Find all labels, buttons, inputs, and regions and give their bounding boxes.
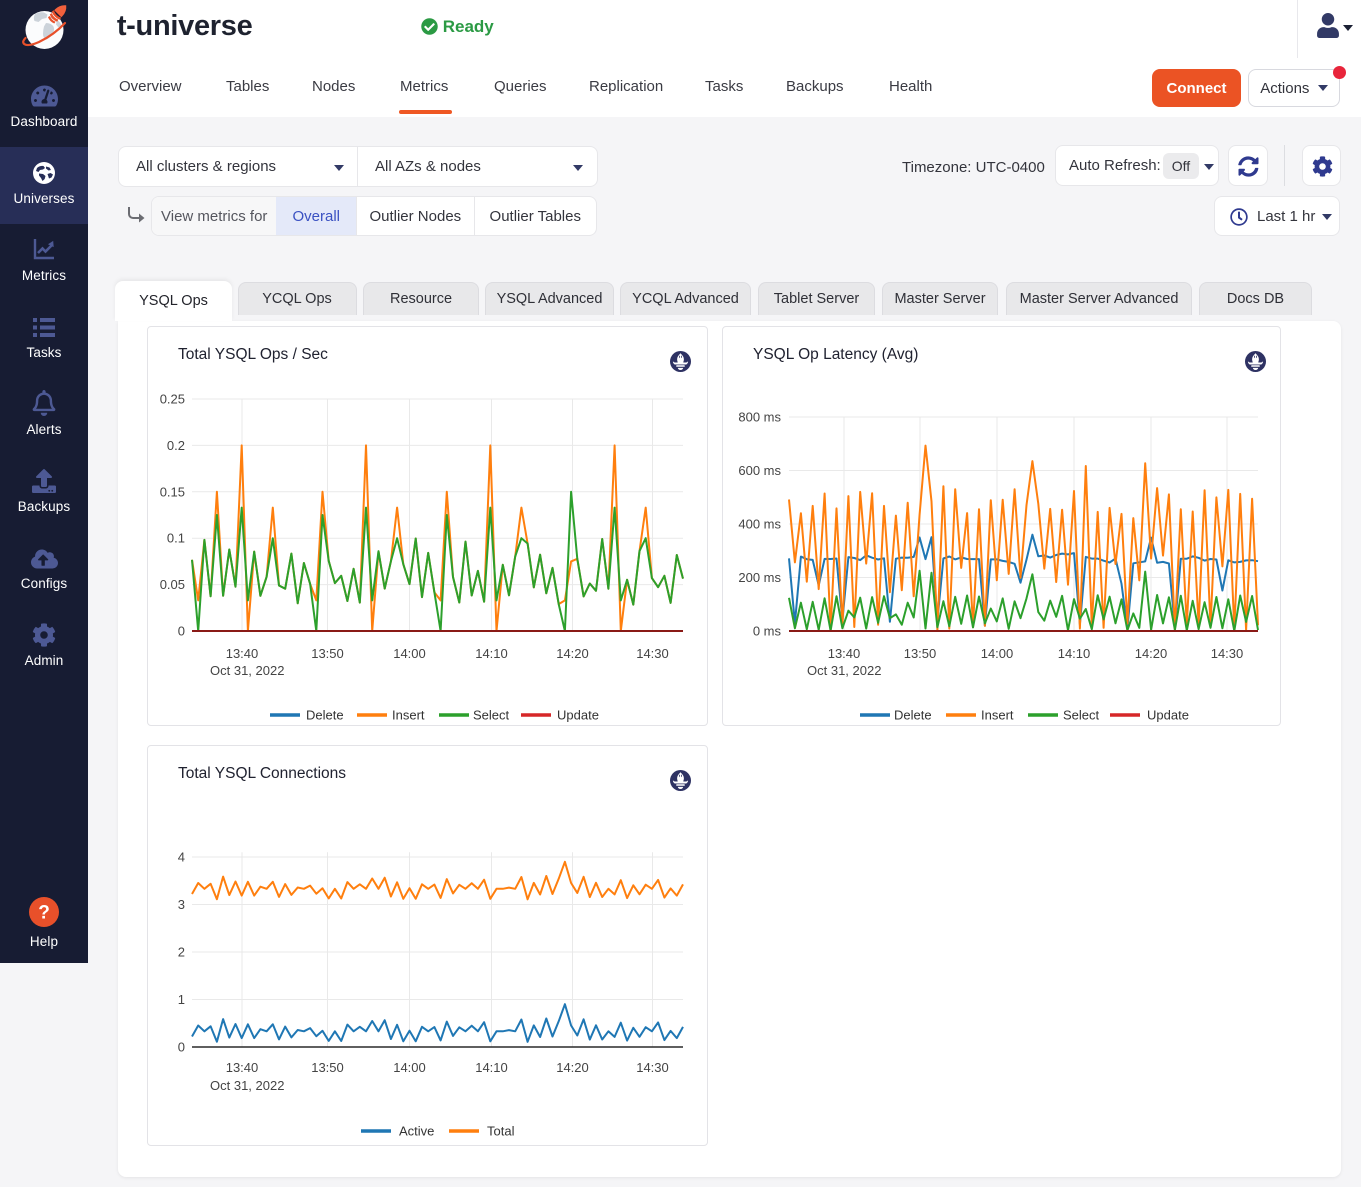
svg-text:13:40: 13:40: [828, 646, 861, 661]
svg-text:14:30: 14:30: [636, 646, 669, 661]
svg-text:13:50: 13:50: [904, 646, 937, 661]
svg-text:600 ms: 600 ms: [738, 463, 781, 478]
svg-text:0.2: 0.2: [167, 438, 185, 453]
svg-text:?: ?: [38, 903, 50, 924]
svg-text:400 ms: 400 ms: [738, 517, 781, 532]
svg-text:14:00: 14:00: [393, 1060, 426, 1075]
svg-text:0.05: 0.05: [160, 577, 185, 592]
svg-text:Oct 31, 2022: Oct 31, 2022: [210, 1078, 284, 1093]
svg-text:Delete: Delete: [894, 708, 932, 723]
svg-text:14:20: 14:20: [1135, 646, 1168, 661]
svg-text:Select: Select: [473, 708, 510, 723]
svg-text:14:20: 14:20: [556, 646, 589, 661]
svg-text:13:50: 13:50: [311, 1060, 344, 1075]
svg-text:3: 3: [178, 897, 185, 912]
svg-text:14:30: 14:30: [1211, 646, 1244, 661]
svg-text:Oct 31, 2022: Oct 31, 2022: [210, 663, 284, 678]
svg-text:Oct 31, 2022: Oct 31, 2022: [807, 663, 881, 678]
svg-text:0: 0: [178, 1040, 185, 1055]
svg-text:0.15: 0.15: [160, 484, 185, 499]
svg-text:0.25: 0.25: [160, 392, 185, 407]
svg-text:800 ms: 800 ms: [738, 410, 781, 425]
svg-text:Delete: Delete: [306, 708, 344, 723]
svg-text:200 ms: 200 ms: [738, 570, 781, 585]
svg-text:14:10: 14:10: [475, 1060, 508, 1075]
svg-text:Select: Select: [1063, 708, 1100, 723]
svg-text:0.1: 0.1: [167, 531, 185, 546]
svg-text:Insert: Insert: [392, 708, 425, 723]
svg-text:13:50: 13:50: [311, 646, 344, 661]
svg-text:13:40: 13:40: [226, 1060, 259, 1075]
svg-text:Update: Update: [1147, 708, 1189, 723]
svg-text:1: 1: [178, 992, 185, 1007]
svg-text:4: 4: [178, 850, 185, 865]
svg-text:14:20: 14:20: [556, 1060, 589, 1075]
svg-text:14:00: 14:00: [981, 646, 1014, 661]
svg-text:2: 2: [178, 945, 185, 960]
svg-text:0: 0: [178, 624, 185, 639]
svg-text:14:10: 14:10: [1058, 646, 1091, 661]
svg-text:14:30: 14:30: [636, 1060, 669, 1075]
svg-text:Total: Total: [487, 1124, 515, 1139]
svg-text:14:10: 14:10: [475, 646, 508, 661]
svg-text:0 ms: 0 ms: [753, 624, 782, 639]
svg-text:13:40: 13:40: [226, 646, 259, 661]
svg-text:Insert: Insert: [981, 708, 1014, 723]
svg-text:Update: Update: [557, 708, 599, 723]
svg-text:Active: Active: [399, 1124, 434, 1139]
svg-text:14:00: 14:00: [393, 646, 426, 661]
